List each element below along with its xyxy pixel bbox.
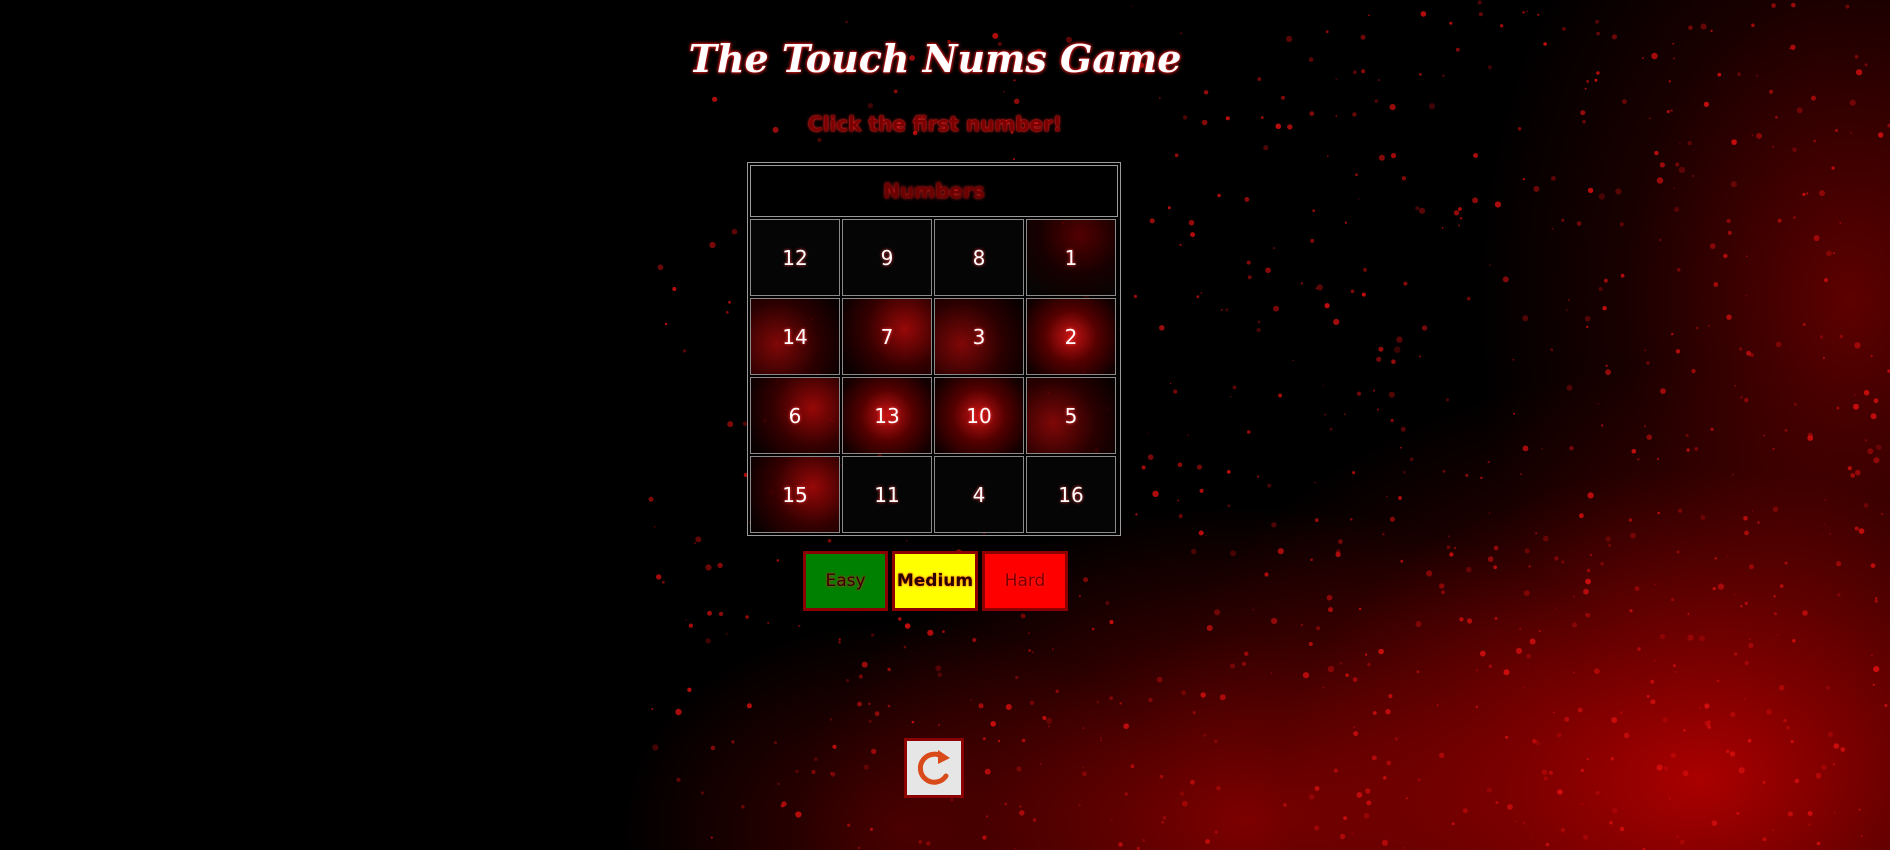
numbers-table: Numbers 12 9 8 1 14 7 3 2 6 13 10 5 15 1… bbox=[747, 162, 1121, 536]
reset-button[interactable] bbox=[904, 738, 964, 798]
redo-icon bbox=[917, 750, 950, 785]
number-cell[interactable]: 5 bbox=[1026, 377, 1116, 454]
number-cell[interactable]: 7 bbox=[842, 298, 932, 375]
number-cell[interactable]: 9 bbox=[842, 219, 932, 296]
number-cell[interactable]: 16 bbox=[1026, 456, 1116, 533]
number-cell[interactable]: 11 bbox=[842, 456, 932, 533]
number-cell[interactable]: 8 bbox=[934, 219, 1024, 296]
difficulty-selector: Easy Medium Hard bbox=[803, 551, 1068, 611]
numbers-grid: 12 9 8 1 14 7 3 2 6 13 10 5 15 11 4 16 bbox=[750, 219, 1118, 533]
number-cell[interactable]: 10 bbox=[934, 377, 1024, 454]
number-cell[interactable]: 4 bbox=[934, 456, 1024, 533]
easy-button[interactable]: Easy bbox=[803, 551, 888, 611]
number-cell[interactable]: 2 bbox=[1026, 298, 1116, 375]
number-cell[interactable]: 12 bbox=[750, 219, 840, 296]
number-cell[interactable]: 3 bbox=[934, 298, 1024, 375]
number-cell[interactable]: 6 bbox=[750, 377, 840, 454]
numbers-header: Numbers bbox=[750, 165, 1118, 217]
medium-button[interactable]: Medium bbox=[892, 551, 978, 611]
hard-button[interactable]: Hard bbox=[982, 551, 1068, 611]
number-cell[interactable]: 13 bbox=[842, 377, 932, 454]
number-cell[interactable]: 15 bbox=[750, 456, 840, 533]
instruction-text: Click the first number! bbox=[807, 112, 1063, 136]
number-cell[interactable]: 1 bbox=[1026, 219, 1116, 296]
page-title: The Touch Nums Game bbox=[688, 36, 1182, 81]
number-cell[interactable]: 14 bbox=[750, 298, 840, 375]
